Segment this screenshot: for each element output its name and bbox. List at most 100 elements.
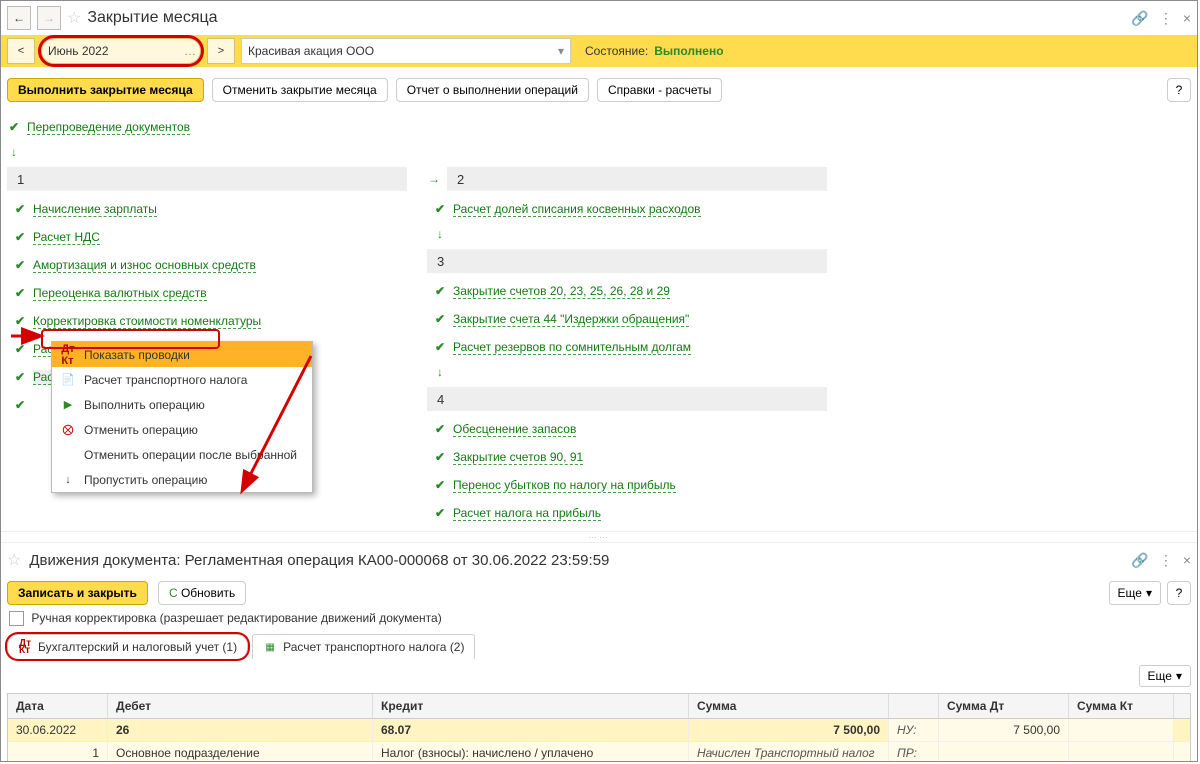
ctx-cancel[interactable]: ⨂Отменить операцию (52, 417, 312, 442)
check-icon: ✔ (7, 120, 21, 134)
kebab-menu-icon[interactable]: ⋮ (1159, 10, 1173, 27)
link-icon[interactable]: 🔗 (1131, 10, 1148, 27)
table-more-button[interactable]: Еще ▾ (1139, 665, 1191, 687)
refresh-label: Обновить (181, 586, 235, 600)
manual-edit-label: Ручная корректировка (разрешает редактир… (31, 611, 441, 625)
play-icon: ▶ (60, 397, 76, 413)
save-close-button[interactable]: Записать и закрыть (7, 581, 148, 605)
tab-transport-tax[interactable]: ▦ Расчет транспортного налога (2) (252, 634, 475, 659)
arrow-down-icon: ↓ (433, 365, 447, 379)
cell-sum-kt (1069, 719, 1174, 741)
close-icon[interactable]: × (1183, 10, 1191, 26)
check-icon: ✔ (433, 506, 447, 520)
check-icon: ✔ (13, 342, 27, 356)
col-date[interactable]: Дата (8, 694, 108, 718)
check-icon: ✔ (433, 478, 447, 492)
table-header-row: Дата Дебет Кредит Сумма Сумма Дт Сумма К… (8, 694, 1190, 719)
help-button-2[interactable]: ? (1167, 581, 1191, 605)
kebab-menu-icon[interactable]: ⋮ (1159, 552, 1173, 569)
period-picker-icon[interactable]: … (184, 44, 196, 58)
close-icon[interactable]: × (1183, 552, 1191, 568)
tab-accounting[interactable]: ДтКтБухгалтерский и налоговый учет (1) (7, 634, 248, 659)
top-title-bar: ← → ☆ Закрытие месяца 🔗 ⋮ × (1, 1, 1197, 35)
operations-report-button[interactable]: Отчет о выполнении операций (396, 78, 589, 102)
col-sum-dt[interactable]: Сумма Дт (939, 694, 1069, 718)
cell-debit: 26 (108, 719, 373, 741)
cell-sum: 7 500,00 (689, 719, 889, 741)
cell-credit: Налог (взносы): начислено / уплачено (373, 742, 689, 762)
table-row[interactable]: 1 Основное подразделение Налог (взносы):… (8, 742, 1190, 762)
run-month-close-button[interactable]: Выполнить закрытие месяца (7, 78, 204, 102)
op-depreciation-link[interactable]: Амортизация и износ основных средств (33, 258, 256, 273)
ctx-execute[interactable]: ▶Выполнить операцию (52, 392, 312, 417)
state-value: Выполнено (654, 44, 723, 58)
ctx-item-label: Отменить операции после выбранной (84, 448, 297, 462)
table-row[interactable]: 30.06.2022 26 68.07 7 500,00 НУ: 7 500,0… (8, 719, 1190, 742)
lower-title-bar: ☆ Движения документа: Регламентная опера… (1, 543, 1197, 577)
lower-page-title: Движения документа: Регламентная операци… (29, 552, 609, 569)
favorite-star-icon[interactable]: ☆ (67, 8, 81, 28)
col-sum-kt[interactable]: Сумма Кт (1069, 694, 1174, 718)
manual-edit-checkbox[interactable] (9, 611, 24, 626)
op-nomenclature-cost-link[interactable]: Корректировка стоимости номенклатуры (33, 314, 261, 329)
cell-debit: Основное подразделение (108, 742, 373, 762)
op-inventory-impair-link[interactable]: Обесценение запасов (453, 422, 576, 437)
chevron-down-icon: ▾ (1146, 586, 1152, 600)
check-icon: ✔ (433, 340, 447, 354)
table-toolbar: Еще ▾ (1, 659, 1197, 693)
stage-header-1: 1 (7, 167, 407, 191)
reference-calculations-button[interactable]: Справки - расчеты (597, 78, 722, 102)
arrow-right-icon: → (427, 172, 441, 186)
context-menu: ДтКтПоказать проводки 📄Расчет транспортн… (51, 341, 313, 493)
nav-back-button[interactable]: ← (7, 6, 31, 30)
op-payroll-link[interactable]: Начисление зарплаты (33, 202, 157, 217)
favorite-star-icon[interactable]: ☆ (7, 550, 21, 570)
op-profit-tax-link[interactable]: Расчет налога на прибыль (453, 506, 601, 521)
ctx-skip[interactable]: ↓Пропустить операцию (52, 467, 312, 492)
refresh-button[interactable]: С Обновить (158, 581, 246, 605)
check-icon: ✔ (13, 230, 27, 244)
col-credit[interactable]: Кредит (373, 694, 689, 718)
period-next-button[interactable]: > (207, 38, 235, 64)
ctx-item-label: Пропустить операцию (84, 473, 207, 487)
col-sum[interactable]: Сумма (689, 694, 889, 718)
op-loss-carry-link[interactable]: Перенос убытков по налогу на прибыль (453, 478, 676, 493)
ctx-show-entries[interactable]: ДтКтПоказать проводки (52, 342, 312, 367)
grid-icon: ▦ (263, 640, 277, 654)
more-button[interactable]: Еще▾ (1109, 581, 1161, 605)
check-icon: ✔ (13, 286, 27, 300)
op-close-90-91-link[interactable]: Закрытие счетов 90, 91 (453, 450, 583, 465)
col-debit[interactable]: Дебет (108, 694, 373, 718)
more-label: Еще (1148, 669, 1172, 683)
op-doubt-reserve-link[interactable]: Расчет резервов по сомнительным долгам (453, 340, 691, 355)
period-prev-button[interactable]: < (7, 38, 35, 64)
help-button[interactable]: ? (1167, 78, 1191, 102)
organization-select[interactable]: Красивая акация ООО ▾ (241, 38, 571, 64)
op-close-account-44-link[interactable]: Закрытие счета 44 "Издержки обращения" (453, 312, 689, 327)
period-input[interactable]: Июнь 2022 … (41, 38, 201, 64)
chevron-down-icon: ▾ (1176, 669, 1182, 683)
cell-sum: Начислен Транспортный налог за 2 квартал… (689, 742, 889, 762)
check-icon: ✔ (13, 314, 27, 328)
ctx-transport-tax[interactable]: 📄Расчет транспортного налога (52, 367, 312, 392)
ctx-cancel-after[interactable]: Отменить операции после выбранной (52, 442, 312, 467)
op-vat-link[interactable]: Расчет НДС (33, 230, 100, 245)
op-currency-reval-link[interactable]: Переоценка валютных средств (33, 286, 207, 301)
cell-lab: НУ: (889, 719, 939, 741)
cell-sum-kt (1069, 742, 1174, 762)
check-icon: ✔ (433, 202, 447, 216)
op-close-accounts-20-link[interactable]: Закрытие счетов 20, 23, 25, 26, 28 и 29 (453, 284, 670, 299)
link-icon[interactable]: 🔗 (1131, 552, 1148, 569)
tab-label: Расчет транспортного налога (2) (283, 640, 464, 654)
splitter-handle[interactable]: ⋯⋯ (1, 531, 1197, 543)
reprocess-row: ✔ Перепроведение документов (1, 113, 1197, 141)
cell-num: 1 (8, 742, 108, 762)
reprocess-documents-link[interactable]: Перепроведение документов (27, 120, 190, 135)
cancel-month-close-button[interactable]: Отменить закрытие месяца (212, 78, 388, 102)
page-title: Закрытие месяца (87, 9, 217, 27)
nav-forward-button[interactable]: → (37, 6, 61, 30)
op-indirect-costs-link[interactable]: Расчет долей списания косвенных расходов (453, 202, 701, 217)
cancel-icon: ⨂ (60, 422, 76, 438)
check-icon: ✔ (433, 422, 447, 436)
ctx-item-label: Расчет транспортного налога (84, 373, 247, 387)
